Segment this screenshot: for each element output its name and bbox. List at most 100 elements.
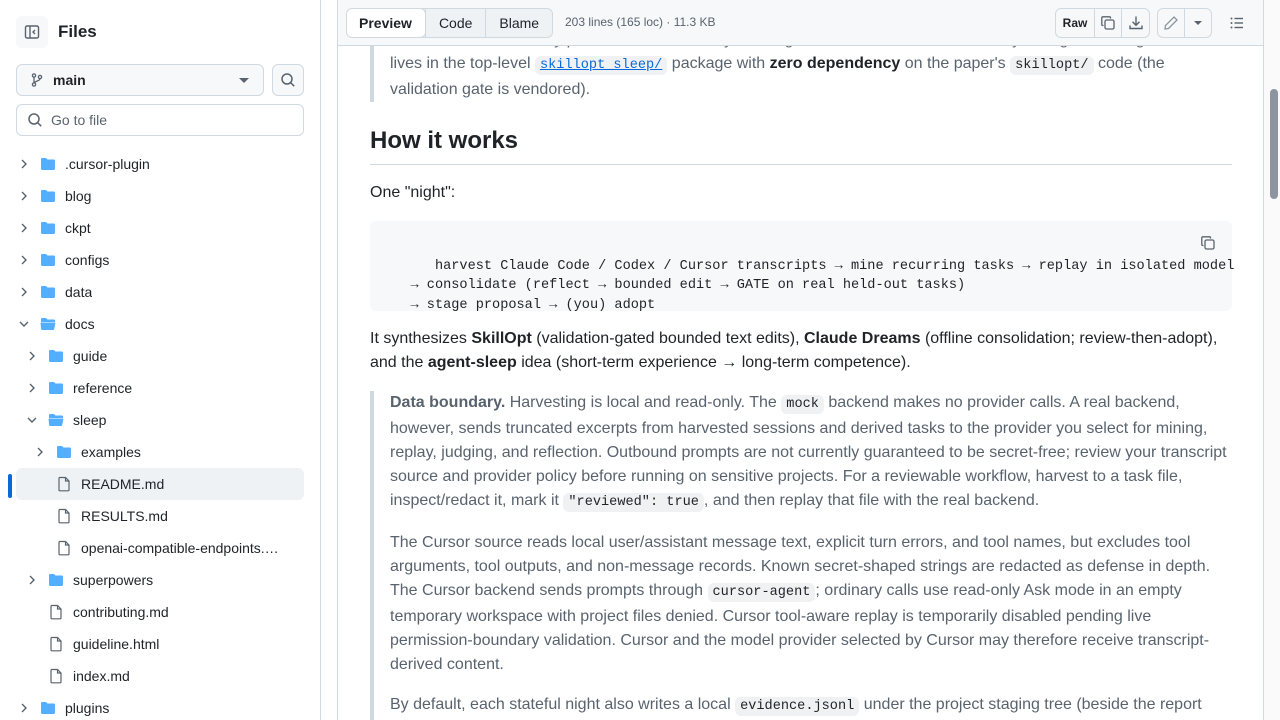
tab-blame[interactable]: Blame (485, 9, 552, 37)
raw-button[interactable]: Raw (1055, 8, 1095, 38)
file-tree: .cursor-plugin blog ckpt configs data docs gui… (0, 148, 320, 720)
search-icon (28, 113, 42, 127)
text: lives in the top-level (390, 55, 535, 72)
file-tree-sidebar: Files main .cursor-plugin blog ckpt configs… (0, 0, 321, 720)
tree-folder-item[interactable]: plugins (0, 692, 320, 720)
chevron-right-icon[interactable] (32, 444, 48, 460)
folder-icon (56, 444, 72, 460)
inline-code: "reviewed": true (563, 493, 704, 512)
sidebar-title: Files (58, 22, 97, 41)
collapse-sidebar-button[interactable] (16, 16, 48, 48)
git-branch-icon (31, 73, 43, 87)
tree-item-label: contributing.md (73, 604, 169, 620)
file-icon (48, 604, 64, 620)
package-link[interactable]: skillopt_sleep/ (534, 56, 668, 75)
tab-code[interactable]: Code (424, 9, 485, 37)
code-block: harvest Claude Code / Codex / Cursor tra… (370, 221, 1235, 313)
chevron-right-icon[interactable] (16, 284, 32, 300)
markdown-body: Preview. This is an early preview we are… (370, 28, 1235, 720)
folder-icon (40, 156, 56, 172)
branch-name: main (53, 72, 86, 88)
tree-folder-item[interactable]: superpowers (0, 564, 320, 596)
chevron-right-icon[interactable] (16, 188, 32, 204)
folder-icon (40, 188, 56, 204)
paragraph: One "night": (370, 184, 456, 201)
go-to-file-field[interactable] (16, 104, 304, 136)
folder-open-icon (48, 412, 64, 428)
tree-folder-item[interactable]: guide (0, 340, 320, 372)
tree-folder-item[interactable]: .cursor-plugin (0, 148, 320, 180)
sidebar-header: Files (16, 16, 97, 48)
bold-text: zero dependency (769, 55, 901, 72)
copy-raw-button[interactable] (1094, 8, 1122, 38)
chevron-down-icon[interactable] (24, 412, 40, 428)
download-icon (1128, 16, 1143, 30)
tree-folder-item[interactable]: docs (0, 308, 320, 340)
inline-code: cursor-agent (707, 583, 816, 602)
tree-folder-item[interactable]: blog (0, 180, 320, 212)
tree-folder-item[interactable]: configs (0, 244, 320, 276)
tab-preview[interactable]: Preview (347, 9, 426, 37)
outline-button[interactable] (1222, 8, 1252, 38)
tree-folder-item[interactable]: reference (0, 372, 320, 404)
tree-folder-item[interactable]: data (0, 276, 320, 308)
folder-icon (48, 380, 64, 396)
tree-folder-item[interactable]: ckpt (0, 212, 320, 244)
bold-text: Claude Dreams (804, 330, 921, 347)
tree-folder-item[interactable]: sleep (0, 404, 320, 436)
chevron-right-icon[interactable] (16, 252, 32, 268)
file-viewer: Preview Code Blame 203 lines (165 loc) ·… (337, 0, 1264, 720)
tree-folder-item[interactable]: examples (0, 436, 320, 468)
paragraph: Data boundary. Harvesting is local and r… (390, 391, 1232, 515)
chevron-right-icon[interactable] (24, 380, 40, 396)
chevron-right-icon[interactable] (24, 572, 40, 588)
tree-item-label: index.md (73, 668, 130, 684)
inline-code: skillopt/ (1010, 56, 1094, 75)
search-files-button[interactable] (272, 64, 304, 96)
tree-file-item[interactable]: RESULTS.md (0, 500, 320, 532)
text: under the project staging tree (beside t… (859, 696, 1156, 713)
chevron-down-icon (239, 78, 249, 83)
edit-file-button[interactable] (1157, 8, 1185, 38)
text: By default, each stateful night also wri… (390, 696, 736, 713)
triangle-down-icon (1194, 21, 1202, 25)
tree-item-label: plugins (65, 700, 110, 716)
copy-icon[interactable] (1200, 235, 1216, 251)
tree-item-label: docs (65, 316, 95, 332)
tree-file-item[interactable]: guideline.html (0, 628, 320, 660)
text: (validation-gated bounded text edits), (531, 330, 804, 347)
code-text: harvest Claude Code / Codex / Cursor tra… (410, 258, 1235, 313)
text: code (the (1093, 55, 1165, 72)
bold-text: agent-sleep (427, 354, 517, 371)
chevron-down-icon[interactable] (16, 316, 32, 332)
tree-file-item[interactable]: openai-compatible-endpoints.… (0, 532, 320, 564)
inline-code: mock (781, 395, 824, 414)
go-to-file-input[interactable] (51, 112, 291, 128)
tree-item-label: superpowers (73, 572, 154, 588)
section-heading: How it works (370, 126, 1232, 165)
tree-item-label: examples (81, 444, 141, 460)
chevron-right-icon[interactable] (16, 220, 32, 236)
chevron-right-icon[interactable] (16, 700, 32, 716)
tree-item-label: blog (65, 188, 92, 204)
text: idea (short-term experience → long-term … (516, 354, 911, 371)
edit-options-button[interactable] (1184, 8, 1212, 38)
text: on the paper's (900, 55, 1011, 72)
scrollbar-thumb[interactable] (1270, 89, 1278, 199)
chevron-right-icon[interactable] (16, 156, 32, 172)
branch-selector-button[interactable]: main (16, 64, 264, 96)
tree-file-item[interactable]: contributing.md (0, 596, 320, 628)
tree-file-item[interactable]: README.md (16, 468, 304, 500)
view-mode-tabs: Preview Code Blame (346, 8, 554, 38)
chevron-right-icon[interactable] (24, 348, 40, 364)
tree-file-item[interactable]: index.md (0, 660, 320, 692)
tree-item-label: guide (73, 348, 108, 364)
folder-icon (48, 572, 64, 588)
tree-item-label: sleep (73, 412, 107, 428)
download-button[interactable] (1121, 8, 1150, 38)
paragraph: The Cursor source reads local user/assis… (390, 531, 1232, 677)
folder-icon (40, 252, 56, 268)
